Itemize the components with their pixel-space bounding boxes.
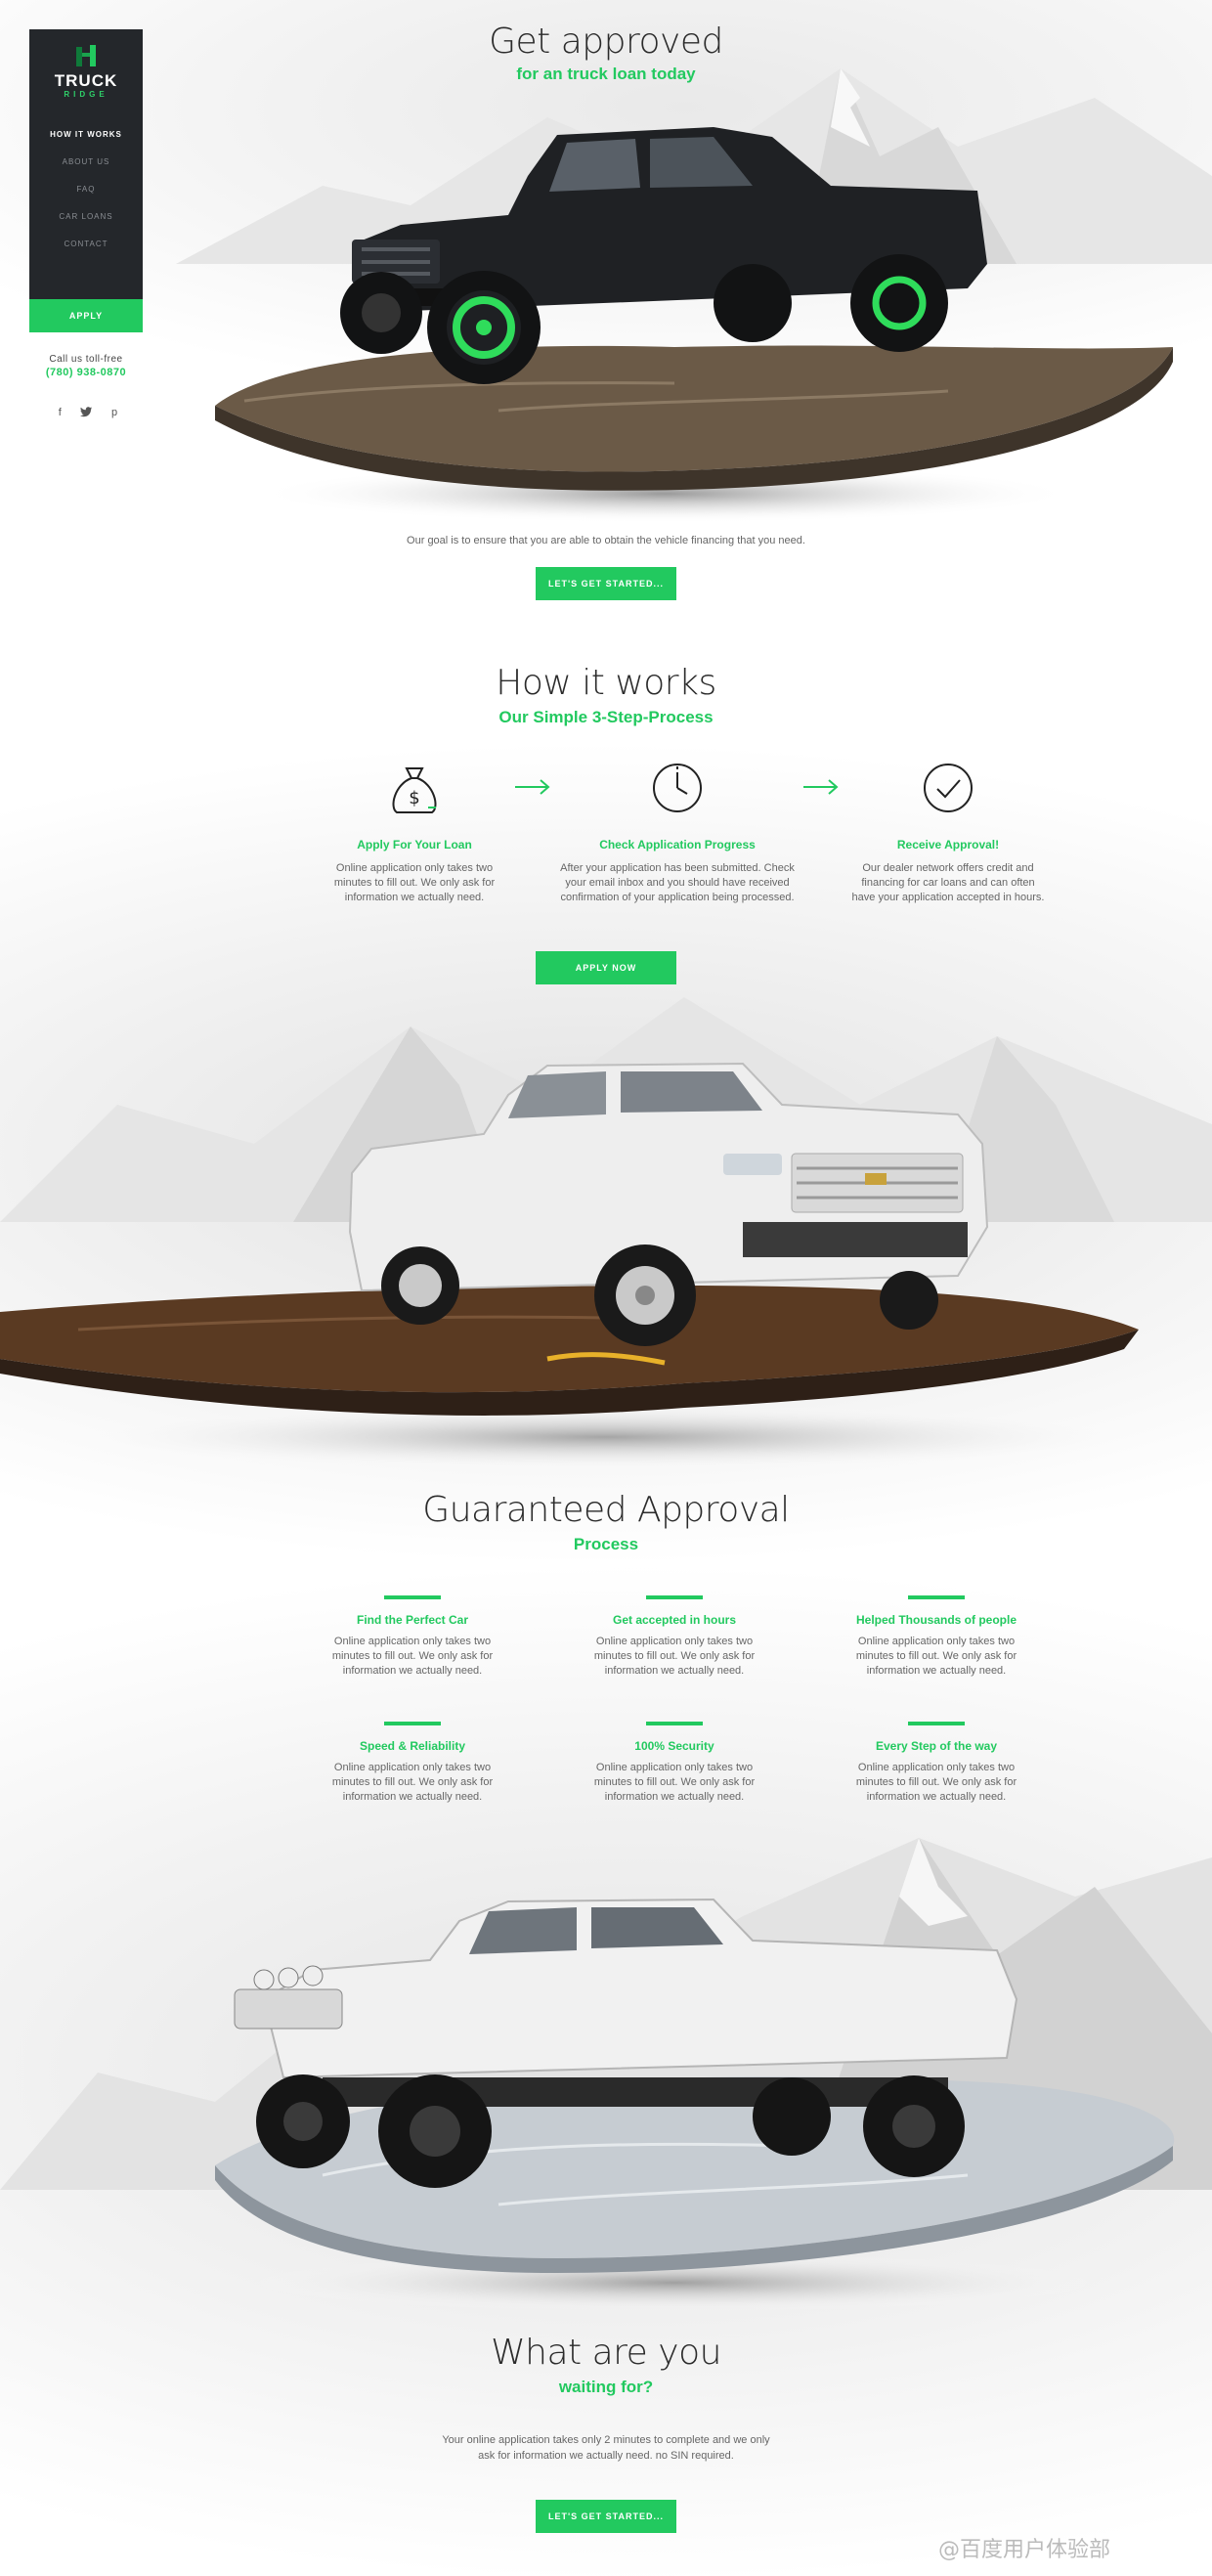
feature-accent-bar [384, 1595, 441, 1599]
clock-icon [653, 764, 702, 812]
watermark-text: @百度用户体验部 [938, 2538, 1111, 2562]
feature-every-step: Every Step of the way Online application… [839, 1722, 1034, 1805]
nav-item-how-it-works[interactable]: HOW IT WORKS [29, 121, 143, 149]
nav-item-about-us[interactable]: ABOUT US [29, 149, 143, 176]
arrow-right-icon [515, 779, 550, 795]
lifted-truck-image [215, 1898, 1175, 2312]
feature-security-text: Online application only takes two minute… [593, 1762, 756, 1803]
feature-helped-thousands-text: Online application only takes two minute… [855, 1636, 1017, 1677]
brand-subname: RIDGE [64, 90, 108, 99]
step-apply-text: Online application only takes two minute… [333, 862, 496, 903]
step-apply: $ Apply For Your Loan Online application… [297, 758, 532, 905]
step-receive-approval-text: Our dealer network offers credit and fin… [851, 862, 1045, 903]
feature-accepted-hours: Get accepted in hours Online application… [577, 1595, 772, 1679]
feature-every-step-text: Online application only takes two minute… [855, 1762, 1017, 1803]
step-check-progress-text: After your application has been submitte… [560, 862, 795, 903]
feature-accent-bar [646, 1722, 703, 1725]
twitter-icon[interactable] [80, 407, 93, 417]
feature-every-step-title: Every Step of the way [875, 1739, 998, 1753]
final-cta-button[interactable]: LET'S GET STARTED... [536, 2500, 676, 2533]
feature-helped-thousands-title: Helped Thousands of people [855, 1613, 1017, 1627]
step-check-progress-title: Check Application Progress [599, 838, 756, 851]
money-bag-icon: $ [392, 767, 437, 813]
guarantee-subtitle: Process [573, 1535, 639, 1553]
feature-accepted-hours-text: Online application only takes two minute… [593, 1636, 756, 1677]
feature-speed-reliability-text: Online application only takes two minute… [331, 1762, 494, 1803]
feature-speed-reliability-title: Speed & Reliability [359, 1739, 466, 1753]
toll-free-label: Call us toll-free [49, 354, 123, 365]
social-links: f p [49, 407, 127, 418]
feature-find-car-text: Online application only takes two minute… [331, 1636, 494, 1677]
facebook-icon[interactable]: f [59, 407, 62, 418]
feature-accent-bar [908, 1595, 965, 1599]
white-truck-image [0, 1062, 1153, 1470]
guarantee-title: Guaranteed Approval [422, 1490, 790, 1530]
nav-list: HOW IT WORKS ABOUT US FAQ CAR LOANS CONT… [29, 121, 143, 258]
nav-item-contact[interactable]: CONTACT [29, 231, 143, 258]
hero-subtitle: for an truck loan today [516, 65, 696, 83]
black-truck-image [215, 127, 1173, 523]
nav-item-car-loans[interactable]: CAR LOANS [29, 203, 143, 231]
waiting-title: What are you [491, 2333, 721, 2373]
feature-find-car-title: Find the Perfect Car [356, 1613, 469, 1627]
step-receive-approval-title: Receive Approval! [896, 838, 1000, 851]
step-apply-title: Apply For Your Loan [357, 838, 472, 851]
hero-title: Get approved [489, 22, 723, 62]
feature-accent-bar [384, 1722, 441, 1725]
feature-accent-bar [646, 1595, 703, 1599]
feature-accepted-hours-title: Get accepted in hours [612, 1613, 737, 1627]
apply-now-button[interactable]: APPLY NOW [536, 951, 676, 984]
phone-number[interactable]: (780) 938-0870 [29, 367, 143, 378]
hero-text: Our goal is to ensure that you are able … [407, 535, 805, 546]
feature-speed-reliability: Speed & Reliability Online application o… [315, 1722, 510, 1805]
svg-text:$: $ [409, 788, 419, 808]
toll-free-contact: Call us toll-free (780) 938-0870 [29, 354, 143, 378]
feature-accent-bar [908, 1722, 965, 1725]
landing-page: TRUCK RIDGE HOW IT WORKS ABOUT US FAQ CA… [0, 0, 1212, 2576]
feature-security-title: 100% Security [634, 1739, 714, 1753]
feature-helped-thousands: Helped Thousands of people Online applic… [839, 1595, 1034, 1679]
hero-cta-button[interactable]: LET'S GET STARTED... [536, 567, 676, 600]
how-subtitle: Our Simple 3-Step-Process [498, 708, 714, 726]
step-check-progress: Check Application Progress After your ap… [557, 758, 798, 905]
waiting-subtitle: waiting for? [558, 2378, 654, 2396]
pinterest-icon[interactable]: p [111, 407, 117, 418]
check-circle-icon [924, 764, 973, 812]
waiting-text-line-1: Your online application takes only 2 min… [442, 2434, 770, 2446]
feature-find-car: Find the Perfect Car Online application … [315, 1595, 510, 1679]
apply-button[interactable]: APPLY [29, 299, 143, 332]
step-receive-approval: Receive Approval! Our dealer network off… [831, 758, 1065, 905]
waiting-text-line-2: ask for information we actually need. no… [478, 2450, 734, 2462]
feature-security: 100% Security Online application only ta… [577, 1722, 772, 1805]
nav-item-faq[interactable]: FAQ [29, 176, 143, 203]
how-title: How it works [496, 663, 716, 703]
